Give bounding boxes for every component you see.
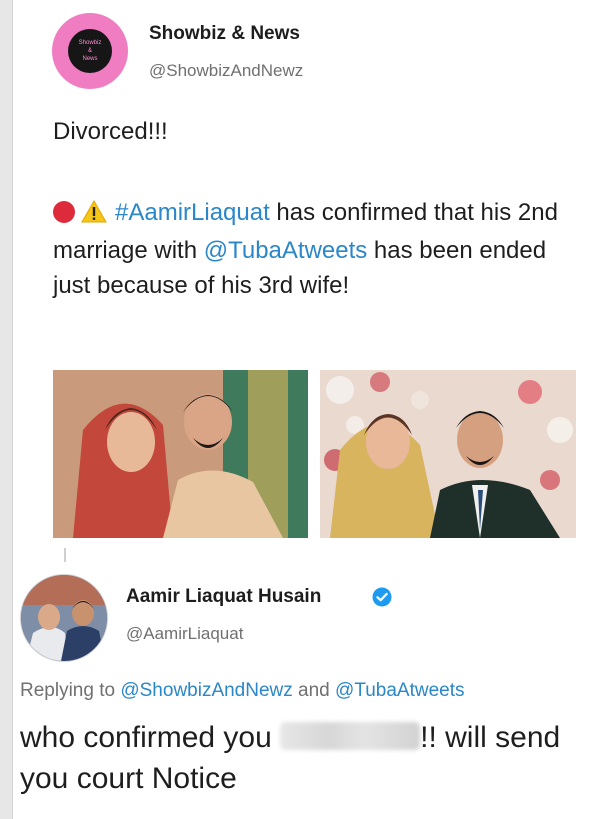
replying-mention-showbiz[interactable]: @ShowbizAndNewz xyxy=(120,680,292,701)
avatar-logo-line1: Showbiz xyxy=(78,40,102,46)
avatar-logo-line2: & xyxy=(87,48,92,54)
thread-connector xyxy=(64,548,66,562)
red-circle-icon xyxy=(53,201,75,223)
avatar-logo-line3: News xyxy=(82,56,98,62)
blurred-word xyxy=(280,722,421,750)
showbiz-avatar[interactable]: Showbiz & News xyxy=(52,13,128,89)
replying-prefix: Replying to xyxy=(20,680,121,701)
tweet-headline: Divorced!!! xyxy=(53,118,168,145)
mention-link[interactable]: @TubaAtweets xyxy=(204,237,368,264)
reply-author-handle[interactable]: @AamirLiaquat xyxy=(126,624,243,644)
aamir-avatar[interactable] xyxy=(20,574,108,662)
verified-badge-icon xyxy=(372,587,392,607)
author-handle[interactable]: @ShowbizAndNewz xyxy=(149,61,303,81)
replying-to-line: Replying to @ShowbizAndNewz and @TubaAtw… xyxy=(20,680,465,702)
tweet-body: #AamirLiaquat has confirmed that his 2nd… xyxy=(53,195,573,303)
warning-icon xyxy=(81,198,107,233)
hashtag-link[interactable]: #AamirLiaquat xyxy=(115,199,270,226)
reply-text-start: who confirmed you xyxy=(20,721,281,754)
photo-couple-wedding xyxy=(320,370,576,538)
avatar-photo xyxy=(21,575,107,661)
tweet-photo-left[interactable] xyxy=(53,370,308,538)
replying-and: and xyxy=(292,680,336,701)
photo-couple-pink xyxy=(53,370,308,538)
reply-author-name[interactable]: Aamir Liaquat Husain xyxy=(126,586,321,608)
replying-mention-tuba[interactable]: @TubaAtweets xyxy=(335,680,464,701)
reply-text: who confirmed you !! will send you court… xyxy=(20,717,590,799)
tweet-text: Divorced!!! #AamirLiaquat has confirmed … xyxy=(53,114,573,303)
tweet-photo-right[interactable] xyxy=(320,370,576,538)
avatar-logo: Showbiz & News xyxy=(68,29,112,73)
author-name[interactable]: Showbiz & News xyxy=(149,23,300,45)
